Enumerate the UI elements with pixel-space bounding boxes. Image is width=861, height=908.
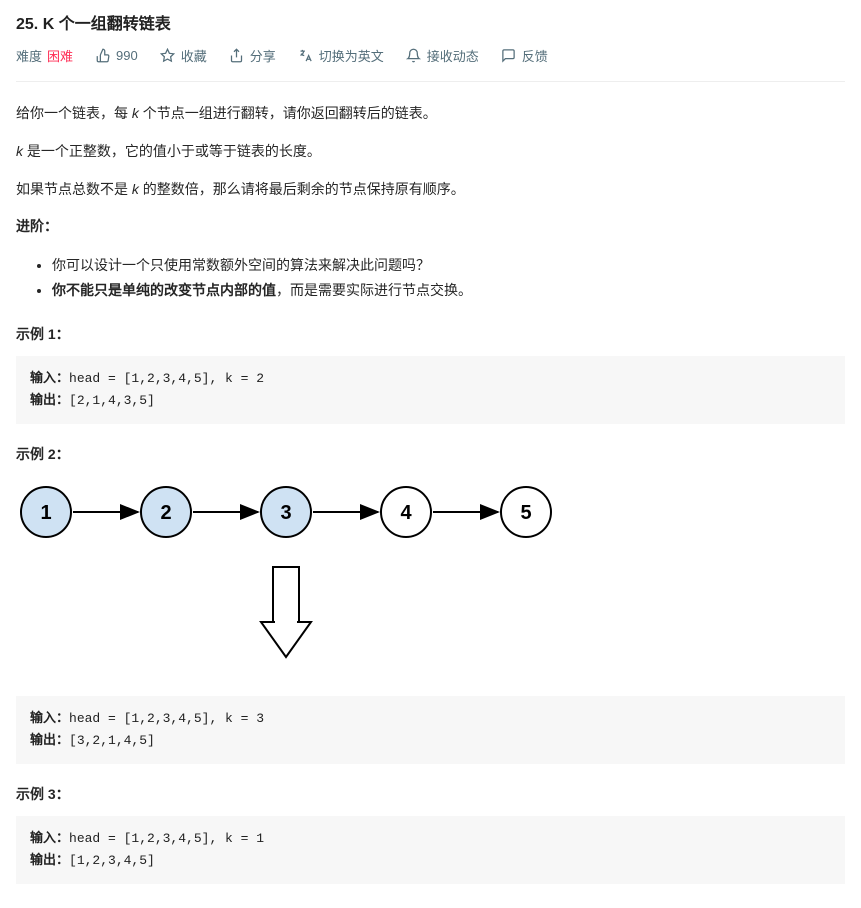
translate-icon bbox=[298, 48, 314, 64]
thumbs-up-icon bbox=[95, 48, 111, 64]
problem-description: 给你一个链表，每 k 个节点一组进行翻转，请你返回翻转后的链表。 k 是一个正整… bbox=[16, 102, 845, 884]
advanced-list: 你可以设计一个只使用常数额外空间的算法来解决此问题吗？ 你不能只是单纯的改变节点… bbox=[16, 253, 845, 303]
diagram-node: 1 bbox=[21, 487, 71, 537]
share-label: 分享 bbox=[250, 46, 276, 65]
svg-text:3: 3 bbox=[280, 502, 291, 524]
switch-lang-button[interactable]: 切换为英文 bbox=[298, 46, 384, 65]
favorite-label: 收藏 bbox=[181, 46, 207, 65]
example-3-block: 输入：head = [1,2,3,4,5], k = 1 输出：[1,2,3,4… bbox=[16, 816, 845, 884]
example-2-label: 示例 2： bbox=[16, 444, 845, 464]
message-icon bbox=[501, 48, 517, 64]
list-item: 你可以设计一个只使用常数额外空间的算法来解决此问题吗？ bbox=[52, 253, 845, 278]
share-icon bbox=[229, 48, 245, 64]
diagram-node: 4 bbox=[381, 487, 431, 537]
difficulty: 难度 困难 bbox=[16, 46, 73, 65]
star-icon bbox=[160, 48, 176, 64]
svg-text:1: 1 bbox=[40, 502, 51, 524]
share-button[interactable]: 分享 bbox=[229, 46, 276, 65]
difficulty-label: 难度 bbox=[16, 46, 42, 65]
advanced-label: 进阶： bbox=[16, 215, 845, 239]
example-2-block: 输入：head = [1,2,3,4,5], k = 3 输出：[3,2,1,4… bbox=[16, 696, 845, 764]
svg-text:4: 4 bbox=[400, 502, 412, 524]
difficulty-value: 困难 bbox=[47, 46, 73, 65]
likes-button[interactable]: 990 bbox=[95, 48, 138, 64]
problem-title: 25. K 个一组翻转链表 bbox=[16, 10, 845, 34]
example-1-block: 输入：head = [1,2,3,4,5], k = 2 输出：[2,1,4,3… bbox=[16, 356, 845, 424]
diagram-node: 2 bbox=[141, 487, 191, 537]
diagram-node: 3 bbox=[261, 487, 311, 537]
favorite-button[interactable]: 收藏 bbox=[160, 46, 207, 65]
example-1-label: 示例 1： bbox=[16, 324, 845, 344]
feedback-label: 反馈 bbox=[522, 46, 548, 65]
svg-text:5: 5 bbox=[520, 502, 531, 524]
arrow-down-icon bbox=[261, 567, 311, 657]
desc-p3: 如果节点总数不是 k 的整数倍，那么请将最后剩余的节点保持原有顺序。 bbox=[16, 178, 845, 202]
diagram-node: 5 bbox=[501, 487, 551, 537]
subscribe-button[interactable]: 接收动态 bbox=[406, 46, 479, 65]
bell-icon bbox=[406, 48, 422, 64]
svg-text:2: 2 bbox=[160, 502, 171, 524]
subscribe-label: 接收动态 bbox=[427, 46, 479, 65]
desc-p2: k 是一个正整数，它的值小于或等于链表的长度。 bbox=[16, 140, 845, 164]
desc-p1: 给你一个链表，每 k 个节点一组进行翻转，请你返回翻转后的链表。 bbox=[16, 102, 845, 126]
feedback-button[interactable]: 反馈 bbox=[501, 46, 548, 65]
switch-lang-label: 切换为英文 bbox=[319, 46, 384, 65]
example-3-label: 示例 3： bbox=[16, 784, 845, 804]
meta-row: 难度 困难 990 收藏 分享 切换为英文 接收动态 反馈 bbox=[16, 46, 845, 82]
linked-list-diagram: 1 2 3 4 5 bbox=[16, 482, 845, 672]
list-item: 你不能只是单纯的改变节点内部的值，而是需要实际进行节点交换。 bbox=[52, 278, 845, 303]
likes-count: 990 bbox=[116, 48, 138, 63]
